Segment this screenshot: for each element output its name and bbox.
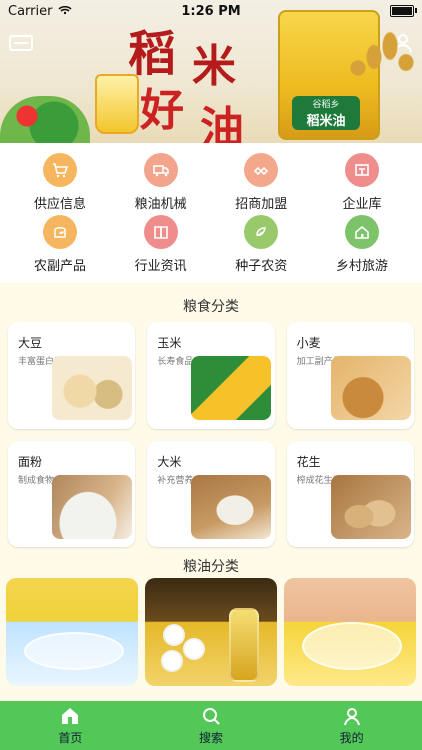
quick-icon-label: 乡村旅游 xyxy=(335,259,388,274)
quick-icons-row-1: 供应信息 粮油机械 招商加盟 企业库 xyxy=(0,153,422,212)
vegetables-illustration xyxy=(0,96,90,143)
quick-icon-agri-products[interactable]: 农副产品 xyxy=(12,215,108,274)
grain-subtitle: 制成食物 xyxy=(18,475,55,486)
seed-icon xyxy=(244,215,279,249)
quick-icon-label: 粮油机械 xyxy=(134,197,187,212)
status-bar: Carrier 1:26 PM xyxy=(0,0,422,22)
grain-name: 面粉 xyxy=(18,454,43,469)
bottle-name: 稻米油 xyxy=(306,114,346,129)
quick-icon-label: 种子农资 xyxy=(235,259,288,274)
grain-card-wheat[interactable]: 小麦 加工副产品 xyxy=(286,322,414,429)
grain-name: 大豆 xyxy=(18,336,43,350)
oil-card-rapeseed[interactable] xyxy=(6,578,138,686)
quick-icon-industry-news[interactable]: 行业资讯 xyxy=(113,215,209,274)
oil-card-cottonseed[interactable] xyxy=(145,578,277,686)
quick-icon-supply[interactable]: 供应信息 xyxy=(12,153,108,212)
oil-bottle-illustration xyxy=(229,608,259,682)
oil-bowl-illustration xyxy=(24,632,124,670)
user-icon xyxy=(343,708,360,726)
grain-card-rice[interactable]: 大米 补充营养素 xyxy=(147,440,275,547)
grain-name: 小麦 xyxy=(296,336,321,350)
cotton-ball-illustration xyxy=(163,624,185,646)
bottom-tabbar: 首页 搜索 我的 xyxy=(0,701,422,750)
corn-image xyxy=(191,356,272,420)
tab-mine[interactable]: 我的 xyxy=(292,701,412,750)
quick-icon-label: 供应信息 xyxy=(33,197,86,212)
grain-card-peanut[interactable]: 花生 榨成花生油 xyxy=(286,440,414,547)
quick-icon-label: 招商加盟 xyxy=(235,197,288,212)
banner-char-4: 油 xyxy=(200,103,244,143)
grain-card-corn[interactable]: 玉米 长寿食品 xyxy=(147,322,275,429)
store-icon xyxy=(344,153,379,187)
oil-bowl-illustration xyxy=(302,622,402,670)
wheat-illustration xyxy=(342,24,422,134)
search-icon xyxy=(202,708,220,725)
quick-icon-label: 企业库 xyxy=(342,197,382,212)
truck-icon xyxy=(143,153,178,187)
rice-image xyxy=(191,474,272,539)
cotton-ball-illustration xyxy=(183,638,205,660)
flour-image xyxy=(52,474,132,539)
grain-section-title: 粮食分类 xyxy=(183,299,239,315)
handshake-icon xyxy=(244,153,279,187)
tab-home[interactable]: 首页 xyxy=(10,701,130,750)
tab-label: 搜索 xyxy=(198,731,223,745)
bottle-brand: 谷稻乡 xyxy=(312,100,340,110)
battery-icon xyxy=(390,5,417,17)
soybean-image xyxy=(52,356,132,420)
tab-label: 我的 xyxy=(339,731,364,745)
cotton-ball-illustration xyxy=(161,650,183,672)
quick-icon-rural-tourism[interactable]: 乡村旅游 xyxy=(314,215,410,274)
leaf-bag-icon xyxy=(43,215,77,249)
oil-section-title: 粮油分类 xyxy=(183,559,239,575)
grain-card-soybean[interactable]: 大豆 丰富蛋白质 xyxy=(8,322,136,429)
tab-search[interactable]: 搜索 xyxy=(151,701,271,750)
quick-icon-franchise[interactable]: 招商加盟 xyxy=(213,153,309,212)
quick-icon-label: 农副产品 xyxy=(33,259,86,274)
quick-icon-seeds[interactable]: 种子农资 xyxy=(213,215,309,274)
tab-label: 首页 xyxy=(58,731,83,745)
banner-char-2: 米 xyxy=(192,41,236,92)
quick-icon-enterprise[interactable]: 企业库 xyxy=(314,153,410,212)
home-icon xyxy=(62,708,79,724)
farmhouse-icon xyxy=(344,215,379,249)
grain-name: 大米 xyxy=(157,454,182,469)
quick-icons-panel: 供应信息 粮油机械 招商加盟 企业库 农副产品 行业资讯 种子农资 乡村旅游 xyxy=(0,143,422,283)
grain-name: 花生 xyxy=(296,454,321,469)
oil-category-row xyxy=(6,578,416,688)
status-time: 1:26 PM xyxy=(181,3,241,19)
banner-char-3: 好 xyxy=(140,85,184,136)
grain-name: 玉米 xyxy=(157,336,182,350)
grain-category-grid: 大豆 丰富蛋白质 玉米 长寿食品 小麦 加工副产品 面粉 制成食物 大米 补充营… xyxy=(8,322,414,547)
wheat-image xyxy=(330,356,411,420)
quick-icon-machinery[interactable]: 粮油机械 xyxy=(113,153,209,212)
quick-icon-label: 行业资讯 xyxy=(134,259,187,274)
peanut-image xyxy=(330,474,411,539)
book-icon xyxy=(143,215,178,249)
cart-icon xyxy=(43,153,77,187)
grain-subtitle: 长寿食品 xyxy=(157,357,194,367)
quick-icons-row-2: 农副产品 行业资讯 种子农资 乡村旅游 xyxy=(0,215,422,274)
grain-card-flour[interactable]: 面粉 制成食物 xyxy=(8,440,136,547)
oil-card-peanut-oil[interactable] xyxy=(284,578,416,686)
scan-icon[interactable] xyxy=(8,33,34,53)
